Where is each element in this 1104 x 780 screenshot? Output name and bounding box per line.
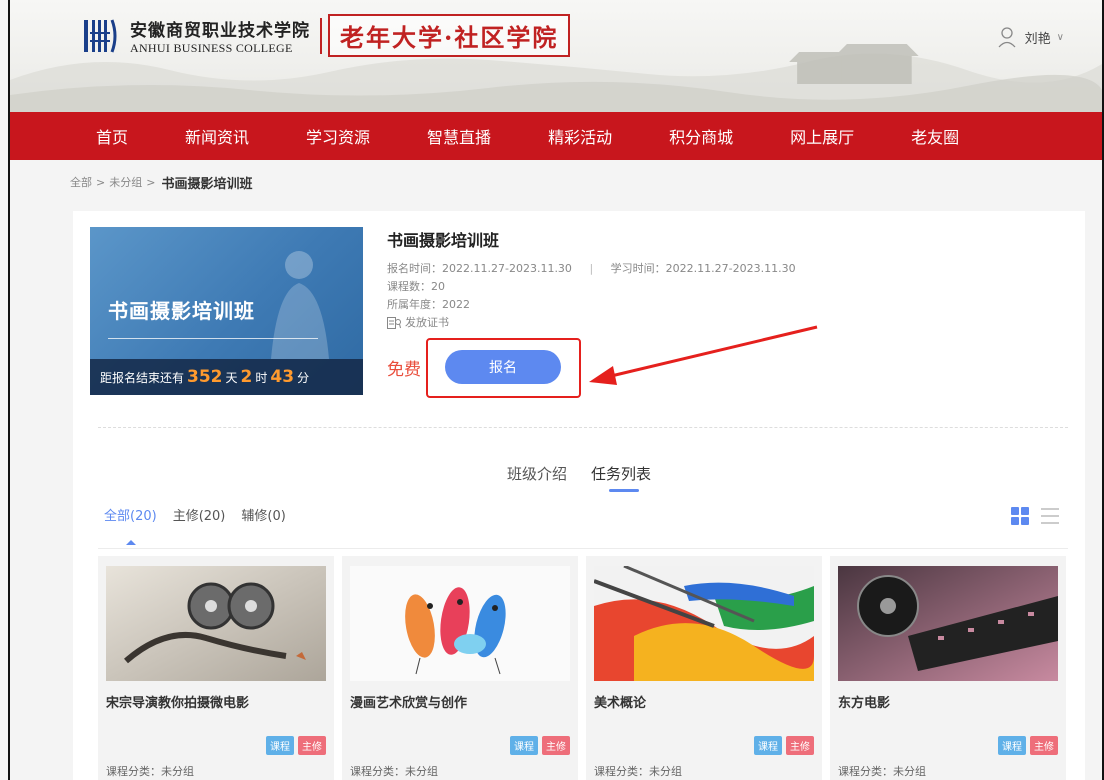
countdown-hours: 2 [240, 367, 253, 387]
annotation-highlight-box [426, 338, 581, 398]
course-card[interactable]: 宋宗导演教你拍摄微电影 课程 主修 课程分类：未分组 [98, 556, 334, 780]
card-category: 课程分类：未分组 [838, 765, 926, 778]
cover-title: 书画摄影培训班 [108, 299, 255, 323]
college-title: 老年大学·社区学院 [328, 14, 571, 57]
user-name: 刘艳 [1024, 31, 1051, 47]
countdown-minutes: 43 [270, 367, 295, 387]
countdown-minutes-unit: 分 [297, 370, 310, 385]
film-strip-thumbnail [838, 566, 1058, 681]
cover-illustration [271, 251, 329, 359]
tab-task-list[interactable]: 任务列表 [591, 463, 651, 492]
course-card[interactable]: 东方电影 课程 主修 课程分类：未分组 [830, 556, 1066, 780]
countdown-days-unit: 天 [225, 370, 238, 385]
site-header: 安徽商贸职业技术学院 ANHUI BUSINESS COLLEGE 老年大学·社… [10, 0, 1102, 112]
nav-item-friends[interactable]: 老友圈 [911, 124, 959, 148]
course-panel: 书画摄影培训班 距报名结束还有 352 天 2 时 43 分 书画摄影培训班 报… [73, 211, 1085, 780]
filter-minor[interactable]: 辅修(0) [241, 505, 285, 524]
meta-separator: | [589, 262, 594, 275]
card-title: 宋宗导演教你拍摄微电影 [106, 696, 250, 711]
course-tag: 课程 [754, 736, 782, 755]
certificate-label: 发放证书 [405, 316, 449, 329]
course-price: 免费 [387, 360, 421, 380]
paint-brush-thumbnail [594, 566, 814, 681]
course-cover: 书画摄影培训班 距报名结束还有 352 天 2 时 43 分 [90, 227, 363, 395]
card-category: 课程分类：未分组 [594, 765, 682, 778]
course-year: 所属年度：2022 [387, 298, 470, 311]
logo-english-name: ANHUI BUSINESS COLLEGE [130, 40, 293, 55]
logo-chinese-name: 安徽商贸职业技术学院 [130, 20, 310, 41]
card-title: 漫画艺术欣赏与创作 [350, 696, 468, 711]
countdown-hours-unit: 时 [255, 370, 268, 385]
breadcrumb-separator: > [146, 175, 156, 189]
card-tags: 课程 主修 [750, 736, 814, 755]
card-category: 课程分类：未分组 [106, 765, 194, 778]
breadcrumb: 全部 > 未分组 > 书画摄影培训班 [10, 160, 1102, 204]
filter-divider [98, 548, 1068, 549]
grid-view-icon[interactable] [1011, 507, 1029, 525]
major-tag: 主修 [1030, 736, 1058, 755]
section-divider [98, 427, 1068, 428]
course-card[interactable]: 漫画艺术欣赏与创作 课程 主修 课程分类：未分组 [342, 556, 578, 780]
breadcrumb-current: 书画摄影培训班 [161, 176, 253, 192]
nav-item-live[interactable]: 智慧直播 [427, 124, 491, 148]
lesson-count: 课程数：20 [387, 280, 445, 293]
nav-item-points-mall[interactable]: 积分商城 [669, 124, 733, 148]
countdown-prefix: 距报名结束还有 [100, 370, 185, 385]
card-tags: 课程 主修 [506, 736, 570, 755]
course-tag: 课程 [510, 736, 538, 755]
filter-major[interactable]: 主修(20) [173, 505, 226, 524]
breadcrumb-group[interactable]: 未分组 [109, 174, 142, 190]
countdown-bar: 距报名结束还有 352 天 2 时 43 分 [90, 359, 363, 395]
major-tag: 主修 [542, 736, 570, 755]
annotation-arrow-icon [589, 325, 818, 385]
course-card-list: 宋宗导演教你拍摄微电影 课程 主修 课程分类：未分组 漫画艺术欣赏与创作 课程 … [98, 556, 1066, 780]
user-icon [998, 27, 1016, 48]
major-tag: 主修 [298, 736, 326, 755]
nav-item-news[interactable]: 新闻资讯 [185, 124, 249, 148]
course-tag: 课程 [998, 736, 1026, 755]
breadcrumb-all[interactable]: 全部 [70, 174, 92, 190]
course-info: 书画摄影培训班 报名时间：2022.11.27-2023.11.30 | 学习时… [387, 227, 796, 332]
course-title: 书画摄影培训班 [387, 231, 500, 250]
cover-divider [108, 338, 318, 339]
card-tags: 课程 主修 [262, 736, 326, 755]
card-title: 东方电影 [838, 696, 891, 711]
cartoon-thumbnail [350, 566, 570, 681]
breadcrumb-separator: > [96, 175, 106, 189]
card-tags: 课程 主修 [994, 736, 1058, 755]
countdown-days: 352 [187, 367, 223, 387]
active-filter-caret-icon [126, 540, 136, 545]
nav-item-home[interactable]: 首页 [96, 124, 128, 148]
user-menu[interactable]: 刘艳 ∨ [997, 26, 1064, 48]
course-card[interactable]: 美术概论 课程 主修 课程分类：未分组 [586, 556, 822, 780]
nav-item-resources[interactable]: 学习资源 [306, 124, 370, 148]
logo-divider [320, 17, 324, 54]
main-nav: 首页 新闻资讯 学习资源 智慧直播 精彩活动 积分商城 网上展厅 老友圈 [10, 112, 1102, 160]
card-title: 美术概论 [594, 696, 647, 711]
film-reel-thumbnail [106, 566, 326, 681]
card-category: 课程分类：未分组 [350, 765, 438, 778]
task-filters: 全部(20) 主修(20) 辅修(0) [104, 505, 302, 524]
chevron-down-icon: ∨ [1056, 31, 1064, 43]
study-time: 学习时间：2022.11.27-2023.11.30 [610, 262, 796, 275]
filter-all[interactable]: 全部(20) [104, 505, 157, 524]
college-emblem-icon [84, 18, 117, 53]
course-tabs: 班级介绍 任务列表 [507, 463, 675, 492]
college-logo[interactable]: 安徽商贸职业技术学院 ANHUI BUSINESS COLLEGE 老年大学·社… [82, 14, 571, 57]
signup-time: 报名时间：2022.11.27-2023.11.30 [387, 262, 572, 275]
nav-item-exhibition[interactable]: 网上展厅 [790, 124, 854, 148]
certificate-icon [387, 317, 401, 329]
tab-class-intro[interactable]: 班级介绍 [507, 463, 567, 484]
major-tag: 主修 [786, 736, 814, 755]
course-tag: 课程 [266, 736, 294, 755]
list-view-icon[interactable] [1041, 508, 1059, 524]
nav-item-activities[interactable]: 精彩活动 [548, 124, 612, 148]
page: 安徽商贸职业技术学院 ANHUI BUSINESS COLLEGE 老年大学·社… [8, 0, 1104, 780]
